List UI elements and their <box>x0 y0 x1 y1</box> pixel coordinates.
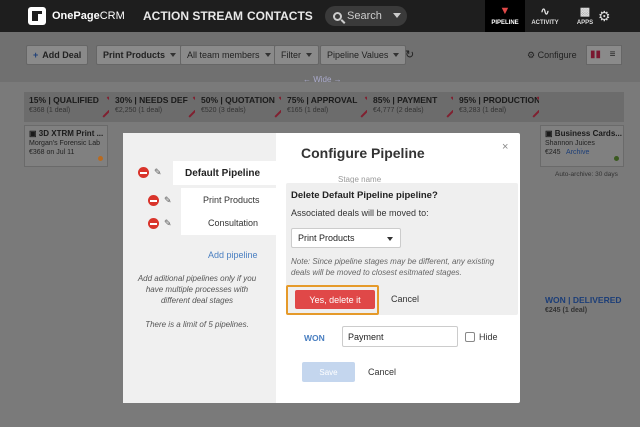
columns-view-icon[interactable]: ▮▮ <box>587 46 604 64</box>
filter-view-icon[interactable]: ≡ <box>604 46 621 64</box>
chevron-down-icon <box>170 53 177 57</box>
configure-pipeline-modal: ✎ Default Pipeline ✎ Print Products ✎ Co… <box>123 133 520 403</box>
pipeline-icon: ▼ <box>499 5 511 17</box>
deal-icon: ▣ <box>29 129 37 138</box>
wide-toggle[interactable]: ← Wide → <box>303 75 342 84</box>
won-stage-name-input[interactable]: Payment <box>342 326 458 347</box>
confirm-note: Note: Since pipeline stages may be diffe… <box>291 257 495 277</box>
add-deal-button[interactable]: + Add Deal <box>26 45 89 65</box>
pipeline-select[interactable]: Print Products <box>96 45 184 65</box>
team-select[interactable]: All team members <box>180 45 278 65</box>
move-deals-select[interactable]: Print Products <box>291 228 401 248</box>
hide-checkbox[interactable] <box>465 332 475 342</box>
save-button[interactable]: Save <box>302 362 355 382</box>
pipeline-stages: 15% | QUALIFIED €368 (1 deal) 30% | NEEDS… <box>24 92 624 314</box>
pipeline-item-print-products[interactable]: Print Products <box>181 188 276 212</box>
remove-icon[interactable] <box>148 194 159 206</box>
stage-header: WON | DELIVERED €245 (1 deal) <box>545 295 622 314</box>
chevron-down-icon <box>393 53 400 57</box>
modal-title: Configure Pipeline <box>301 145 425 161</box>
filter-button[interactable]: Filter <box>274 45 319 65</box>
nav-action-stream[interactable]: ACTION STREAM <box>143 9 243 23</box>
stage-header: 75% | APPROVAL €165 (1 deal) <box>282 92 367 122</box>
stage-header: 95% | PRODUCTION €3,283 (1 deal) <box>454 92 539 122</box>
pencil-icon[interactable]: ✎ <box>164 218 172 229</box>
deal-card[interactable]: ▣ Business Cards... Shannon Juices €245 … <box>540 125 624 167</box>
hide-label: Hide <box>479 332 498 342</box>
pipeline-item-consultation[interactable]: Consultation <box>181 211 276 235</box>
pipeline-item-default[interactable]: Default Pipeline <box>173 161 276 185</box>
pipeline-row-actions: ✎ <box>138 213 172 233</box>
pipeline-row-actions: ✎ <box>138 162 162 182</box>
confirm-cancel-button[interactable]: Cancel <box>391 294 419 304</box>
stage-header: 50% | QUOTATION €520 (3 deals) <box>196 92 281 122</box>
confirm-title: Delete Default Pipeline pipeline? <box>291 190 438 201</box>
auto-archive-note[interactable]: Auto-archive: 30 days <box>555 171 618 178</box>
nav-contacts[interactable]: CONTACTS <box>247 9 313 23</box>
won-stage-label: WON <box>304 333 325 343</box>
tab-activity[interactable]: ∿ ACTIVITY <box>525 0 565 32</box>
pipeline-values-select[interactable]: Pipeline Values <box>320 45 407 65</box>
stage-header: 15% | QUALIFIED €368 (1 deal) <box>24 92 109 122</box>
stage-header: 85% | PAYMENT €4,777 (2 deals) <box>368 92 453 122</box>
archive-link[interactable]: Archive <box>566 149 589 156</box>
tab-pipeline[interactable]: ▼ PIPELINE <box>485 0 525 32</box>
remove-icon[interactable] <box>138 166 149 178</box>
chevron-down-icon <box>393 13 401 18</box>
close-icon[interactable]: × <box>502 141 508 153</box>
search-placeholder: Search <box>347 10 382 22</box>
deal-icon: ▣ <box>545 129 553 138</box>
confirm-subtitle: Associated deals will be moved to: <box>291 208 429 218</box>
view-toggle: ▮▮ ≡ <box>586 45 622 65</box>
status-dot <box>98 156 103 161</box>
gear-icon[interactable]: ⚙ <box>598 8 611 25</box>
cancel-button[interactable]: Cancel <box>368 367 396 377</box>
search-icon <box>333 11 342 21</box>
logo-icon <box>28 7 46 25</box>
refresh-icon[interactable]: ↻ <box>405 48 414 61</box>
top-navigation-bar: OnePageCRM ACTION STREAM CONTACTS Search… <box>0 0 640 32</box>
status-dot <box>614 156 619 161</box>
app-logo[interactable]: OnePageCRM <box>28 7 125 25</box>
yes-delete-button[interactable]: Yes, delete it <box>295 290 375 309</box>
chevron-down-icon <box>306 53 312 57</box>
pencil-icon[interactable]: ✎ <box>154 167 162 178</box>
remove-icon[interactable] <box>148 217 159 229</box>
chevron-down-icon <box>264 53 271 57</box>
deal-card[interactable]: ▣ 3D XTRM Print ... Morgan's Forensic La… <box>24 125 108 167</box>
stage-header: 30% | NEEDS DEF €2,250 (1 deal) <box>110 92 195 122</box>
configure-link[interactable]: ⚙ Configure <box>527 50 577 61</box>
pipeline-list-panel: ✎ Default Pipeline ✎ Print Products ✎ Co… <box>123 133 276 403</box>
limit-text: There is a limit of 5 pipelines. <box>145 320 249 329</box>
activity-icon: ∿ <box>540 6 550 18</box>
add-pipeline-link[interactable]: Add pipeline <box>208 250 258 260</box>
pencil-icon[interactable]: ✎ <box>164 195 172 206</box>
chevron-down-icon <box>387 237 393 241</box>
gear-icon: ⚙ <box>527 50 536 60</box>
search-box[interactable]: Search <box>325 6 407 26</box>
plus-icon: + <box>33 50 39 60</box>
pipeline-row-actions: ✎ <box>138 190 172 210</box>
help-text: Add aditional pipelines only if you have… <box>137 274 257 305</box>
